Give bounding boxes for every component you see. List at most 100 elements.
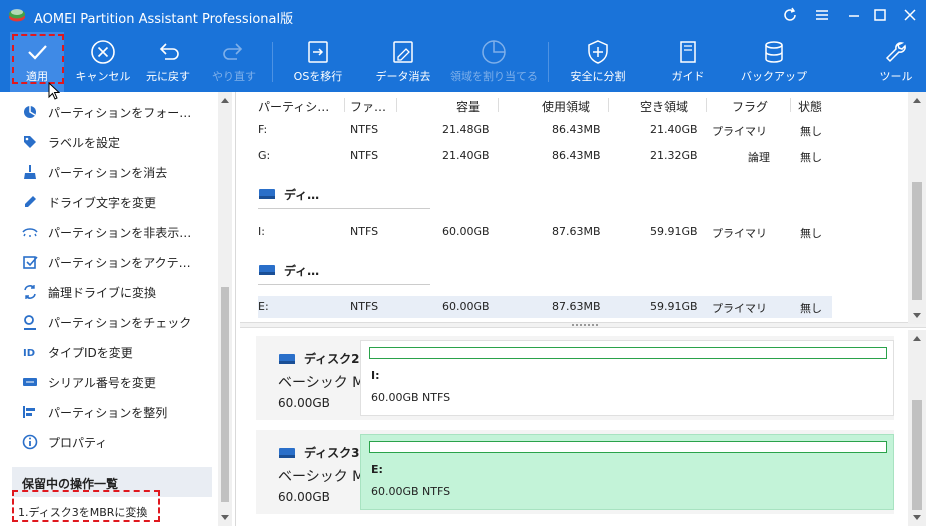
undo-button[interactable]: 元に戻す: [140, 32, 196, 92]
op-convert-logical[interactable]: 論理ドライブに変換: [22, 280, 156, 304]
book-icon: [680, 41, 696, 63]
safe-split-button[interactable]: 安全に分割: [562, 32, 634, 92]
bottom-pane-scrollbar[interactable]: [908, 330, 926, 526]
op-change-drive-letter[interactable]: ドライブ文字を変更: [22, 190, 156, 214]
column-divider: [706, 98, 707, 112]
col-capacity[interactable]: 容量: [456, 98, 480, 115]
scroll-down-arrow-icon[interactable]: [913, 515, 921, 520]
cell-status: 無し: [800, 302, 822, 315]
backup-button[interactable]: バックアップ: [734, 32, 814, 92]
disk-size: 60.00GB: [278, 490, 330, 504]
format-icon: [22, 104, 38, 120]
tools-button[interactable]: ツール: [868, 32, 924, 92]
disk-card[interactable]: ディスク2 ベーシック M 60.00GB I: 60.00GB NTFS: [256, 336, 894, 420]
toolbar-separator: [272, 42, 273, 82]
partition-info: 60.00GB NTFS: [371, 485, 451, 498]
undo-label: 元に戻す: [146, 70, 190, 83]
op-check-partition[interactable]: パーティションをチェック: [22, 310, 191, 334]
left-scrollbar[interactable]: [218, 92, 232, 526]
scroll-up-arrow-icon[interactable]: [913, 336, 921, 341]
title-bar: AOMEI Partition Assistant Professional版: [0, 0, 926, 32]
op-change-type-id[interactable]: ID タイプIDを変更: [22, 340, 133, 364]
scroll-down-arrow-icon[interactable]: [913, 313, 921, 318]
disk2-header[interactable]: ディ…: [258, 184, 458, 204]
pane-splitter[interactable]: [240, 322, 926, 328]
eye-hide-icon: [22, 224, 38, 240]
op-label: ドライブ文字を変更: [48, 195, 157, 210]
disk-card-name: ディスク2: [278, 350, 360, 367]
guide-button[interactable]: ガイド: [660, 32, 716, 92]
disk3-label: ディ…: [284, 263, 320, 278]
shield-plus-icon: [588, 40, 608, 64]
op-change-serial[interactable]: シリアル番号を変更: [22, 370, 156, 394]
col-status[interactable]: 状態: [798, 98, 822, 115]
convert-icon: [22, 284, 38, 300]
column-divider: [396, 98, 397, 112]
cell-fs: NTFS: [350, 300, 379, 313]
op-hide-partition[interactable]: パーティションを非表示…: [22, 220, 191, 244]
wipe-data-button[interactable]: データ消去: [366, 32, 440, 92]
op-wipe-partition[interactable]: パーティションを消去: [22, 160, 167, 184]
window-title: AOMEI Partition Assistant Professional版: [34, 12, 294, 27]
wipe-disk-icon: [393, 41, 413, 63]
refresh-icon[interactable]: [782, 7, 798, 23]
op-properties[interactable]: プロパティ: [22, 430, 107, 454]
cell-fs: NTFS: [350, 123, 379, 136]
migrate-os-button[interactable]: OSを移行: [286, 32, 350, 92]
cell-flag: 論理: [748, 151, 770, 164]
col-flag[interactable]: フラグ: [732, 98, 768, 115]
cell-capacity: 21.48GB: [442, 123, 490, 136]
wipe-data-label: データ消去: [375, 70, 431, 83]
op-set-active[interactable]: パーティションをアクテ…: [22, 250, 191, 274]
disk-card[interactable]: ディスク3 ベーシック M 60.00GB E: 60.00GB NTFS: [256, 430, 894, 514]
column-divider: [790, 98, 791, 112]
col-free[interactable]: 空き領域: [640, 98, 688, 115]
op-label: シリアル番号を変更: [48, 375, 156, 390]
top-pane-scrollbar[interactable]: [908, 92, 926, 324]
col-used[interactable]: 使用領域: [542, 98, 590, 115]
scroll-thumb[interactable]: [221, 287, 229, 502]
app-logo-icon: [9, 9, 25, 22]
scroll-down-arrow-icon[interactable]: [221, 515, 229, 520]
table-row[interactable]: G: NTFS 21.40GB 86.43MB 21.32GB 論理 無し: [258, 145, 832, 167]
disk2-label: ディ…: [284, 187, 320, 202]
disk-card-name: ディスク3: [278, 444, 360, 461]
maximize-icon[interactable]: [872, 7, 888, 23]
partition-letter: I:: [371, 369, 380, 382]
op-label: プロパティ: [48, 435, 108, 450]
tag-icon: [22, 134, 38, 150]
disk-type: ベーシック M: [278, 469, 365, 485]
col-filesystem[interactable]: ファ…: [350, 98, 386, 115]
table-row[interactable]: F: NTFS 21.48GB 86.43MB 21.40GB プライマリ 無し: [258, 119, 832, 141]
partition-block[interactable]: I: 60.00GB NTFS: [360, 340, 894, 416]
scroll-thumb[interactable]: [912, 182, 922, 300]
table-row[interactable]: I: NTFS 60.00GB 87.63MB 59.91GB プライマリ 無し: [258, 221, 832, 243]
splitter-grip[interactable]: [572, 324, 598, 326]
col-partition[interactable]: パーティシ…: [258, 98, 329, 115]
partition-info: 60.00GB NTFS: [371, 391, 451, 404]
op-format-partition[interactable]: パーティションをフォー…: [22, 100, 191, 124]
pending-highlight: [12, 490, 160, 522]
scroll-up-arrow-icon[interactable]: [913, 98, 921, 103]
cancel-button[interactable]: キャンセル: [70, 32, 136, 92]
allocate-space-button[interactable]: 領域を割り当てる: [446, 32, 542, 92]
disk3-header[interactable]: ディ…: [258, 260, 458, 280]
scroll-up-arrow-icon[interactable]: [221, 98, 229, 103]
scroll-thumb[interactable]: [912, 400, 922, 510]
guide-label: ガイド: [671, 70, 705, 83]
op-set-label[interactable]: ラベルを設定: [22, 130, 120, 154]
partition-block-selected[interactable]: E: 60.00GB NTFS: [360, 434, 894, 510]
minimize-icon[interactable]: [846, 7, 862, 23]
pencil-icon: [22, 194, 38, 210]
cell-status: 無し: [800, 227, 822, 240]
menu-icon[interactable]: [814, 7, 830, 23]
op-label: パーティションを整列: [48, 405, 168, 420]
disk-divider: [258, 284, 430, 285]
op-label: パーティションを非表示…: [48, 225, 192, 240]
close-icon[interactable]: [902, 7, 918, 23]
apply-highlight: [12, 34, 64, 84]
table-row-selected[interactable]: E: NTFS 60.00GB 87.63MB 59.91GB プライマリ 無し: [258, 296, 832, 318]
op-align-partition[interactable]: パーティションを整列: [22, 400, 167, 424]
redo-button[interactable]: やり直す: [206, 32, 262, 92]
disk-icon: [279, 447, 295, 458]
